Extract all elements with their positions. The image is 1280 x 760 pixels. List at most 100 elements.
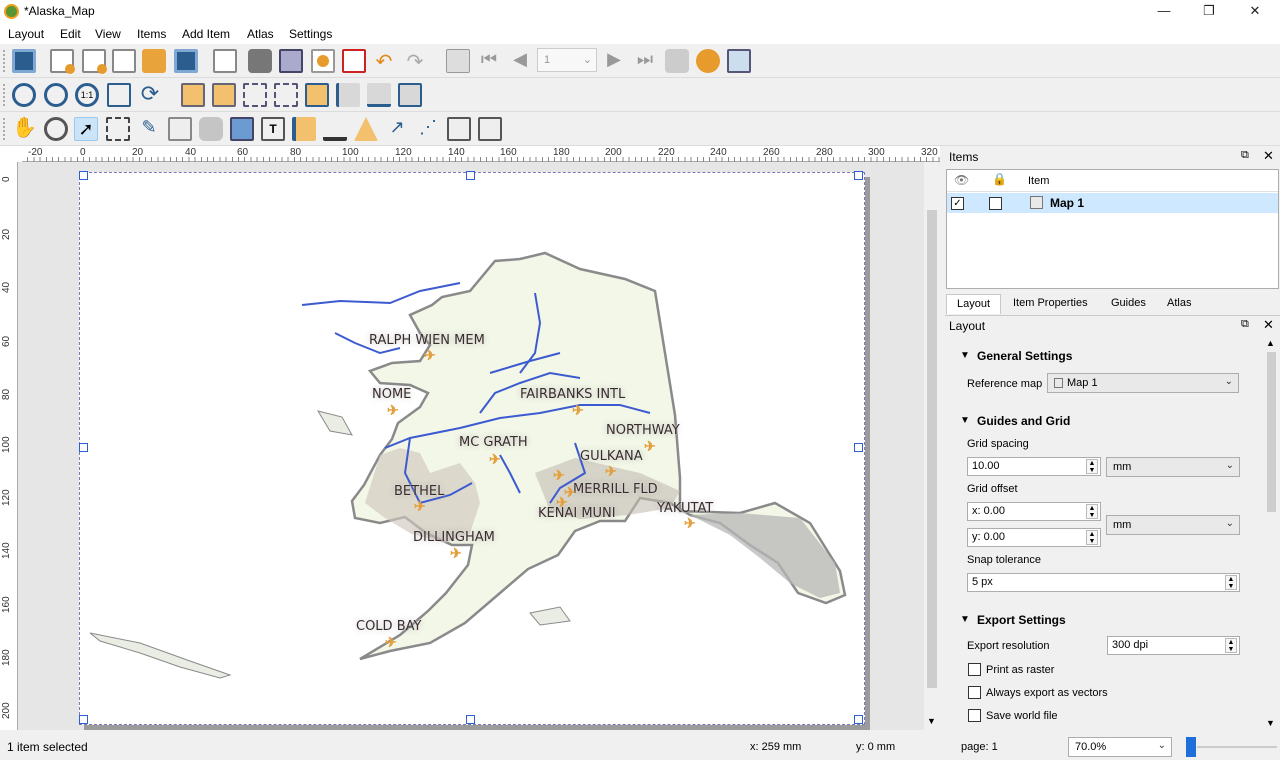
save-world-file-checkbox[interactable]	[968, 709, 981, 722]
panel-vertical-scrollbar[interactable]: ▲ ▼	[1264, 338, 1279, 730]
distribute-icon[interactable]	[367, 83, 391, 107]
resize-handle[interactable]	[854, 171, 863, 180]
close-button[interactable]: ✕	[1245, 2, 1265, 20]
resize-handle[interactable]	[79, 171, 88, 180]
add-shape-icon[interactable]	[354, 117, 378, 141]
close-icon[interactable]: ✕	[1263, 148, 1274, 164]
add-nodes-icon[interactable]: ⋰	[416, 117, 440, 141]
resize-handle[interactable]	[466, 715, 475, 724]
collapse-arrow-icon[interactable]: ▼	[960, 350, 970, 361]
print-as-raster-checkbox[interactable]	[968, 663, 981, 676]
export-resolution-input[interactable]: 300 dpi ▲ ▼	[1107, 636, 1240, 655]
menu-edit[interactable]: Edit	[60, 27, 81, 41]
undo-icon[interactable]: ↶	[372, 49, 396, 73]
next-feature-icon[interactable]: ▶	[602, 49, 626, 73]
duplicate-layout-icon[interactable]	[82, 49, 107, 74]
add-scalebar-icon[interactable]	[323, 117, 347, 141]
print-icon[interactable]	[248, 49, 272, 73]
add-3d-map-icon[interactable]	[199, 117, 223, 141]
snap-tolerance-input[interactable]: 5 px ▲ ▼	[967, 573, 1240, 592]
select-tool-icon[interactable]: ➚	[74, 117, 98, 141]
group-items-icon[interactable]	[243, 83, 267, 107]
add-table-icon[interactable]	[478, 117, 502, 141]
resize-handle[interactable]	[79, 715, 88, 724]
menu-settings[interactable]: Settings	[289, 27, 332, 41]
pan-tool-icon[interactable]: ✋	[12, 117, 37, 141]
resize-handle[interactable]	[466, 171, 475, 180]
items-tree[interactable]: 👁 🔒 Item ✓ Map 1	[946, 169, 1279, 289]
section-export-settings[interactable]: Export Settings	[977, 613, 1066, 627]
float-icon[interactable]: ⧉	[1241, 149, 1249, 162]
grid-spacing-input[interactable]: 10.00 ▲ ▼	[967, 457, 1101, 476]
unlock-items-icon[interactable]	[212, 83, 236, 107]
scrollbar-thumb[interactable]	[1267, 352, 1276, 512]
zoom-slider-handle[interactable]	[1186, 737, 1196, 757]
offset-unit-select[interactable]: mm ⌄	[1106, 515, 1240, 535]
export-svg-icon[interactable]	[311, 49, 335, 73]
zoom-actual-icon[interactable]: 1:1	[75, 83, 99, 107]
layout-manager-icon[interactable]	[112, 49, 136, 73]
atlas-settings-icon[interactable]	[727, 49, 751, 73]
add-legend-icon[interactable]	[292, 117, 316, 141]
canvas-vertical-scrollbar[interactable]: ▼	[924, 162, 940, 730]
last-feature-icon[interactable]: ⏭	[633, 49, 657, 73]
move-content-icon[interactable]	[106, 117, 130, 141]
atlas-page-spinbox[interactable]: 1 ⌄	[537, 48, 597, 72]
refresh-icon[interactable]: ⟳	[138, 83, 162, 107]
lock-checkbox[interactable]	[989, 197, 1002, 210]
save-template-icon[interactable]	[174, 49, 198, 73]
tab-layout[interactable]: Layout	[946, 294, 1002, 314]
tab-item-properties[interactable]: Item Properties	[1003, 294, 1098, 314]
reference-map-select[interactable]: Map 1 ⌄	[1047, 373, 1239, 393]
offset-y-input[interactable]: y: 0.00 ▲ ▼	[967, 528, 1101, 547]
spin-buttons[interactable]: ▲ ▼	[1225, 638, 1237, 653]
open-folder-icon[interactable]	[142, 49, 166, 73]
new-page-icon[interactable]	[213, 49, 237, 73]
raise-items-icon[interactable]	[305, 83, 329, 107]
first-feature-icon[interactable]: ⏮	[477, 49, 501, 73]
add-picture-icon[interactable]	[230, 117, 254, 141]
minimize-button[interactable]: —	[1154, 2, 1174, 20]
resize-icon[interactable]	[398, 83, 422, 107]
export-vectors-checkbox[interactable]	[968, 686, 981, 699]
zoom-tool-icon[interactable]	[44, 117, 68, 141]
spin-buttons[interactable]: ▲ ▼	[1086, 504, 1098, 519]
spin-buttons[interactable]: ▲ ▼	[1086, 530, 1098, 545]
section-guides-and-grid[interactable]: Guides and Grid	[977, 414, 1070, 428]
item-row[interactable]: ✓ Map 1	[947, 193, 1278, 213]
add-html-icon[interactable]	[447, 117, 471, 141]
zoom-full-icon[interactable]	[107, 83, 131, 107]
scroll-down-icon[interactable]: ▼	[927, 716, 936, 726]
scroll-up-icon[interactable]: ▲	[1266, 338, 1275, 348]
collapse-arrow-icon[interactable]: ▼	[960, 415, 970, 426]
export-image-icon[interactable]	[279, 49, 303, 73]
tab-atlas[interactable]: Atlas	[1157, 294, 1201, 314]
previous-feature-icon[interactable]: ◀	[508, 49, 532, 73]
offset-x-input[interactable]: x: 0.00 ▲ ▼	[967, 502, 1101, 521]
collapse-arrow-icon[interactable]: ▼	[960, 614, 970, 625]
section-general-settings[interactable]: General Settings	[977, 349, 1072, 363]
zoom-slider-track[interactable]	[1197, 746, 1277, 748]
redo-icon[interactable]: ↷	[403, 49, 427, 73]
zoom-out-icon[interactable]	[44, 83, 68, 107]
float-icon[interactable]: ⧉	[1241, 318, 1249, 331]
export-pdf-icon[interactable]	[342, 49, 366, 73]
resize-handle[interactable]	[854, 715, 863, 724]
add-map-icon[interactable]	[168, 117, 192, 141]
lock-items-icon[interactable]	[181, 83, 205, 107]
zoom-select[interactable]: 70.0% ⌄	[1068, 737, 1172, 757]
spin-buttons[interactable]: ▲ ▼	[1225, 575, 1237, 590]
grid-spacing-unit-select[interactable]: mm ⌄	[1106, 457, 1240, 477]
menu-view[interactable]: View	[95, 27, 121, 41]
save-icon[interactable]	[12, 49, 36, 73]
add-label-icon[interactable]: T	[261, 117, 285, 141]
scrollbar-thumb[interactable]	[927, 210, 937, 688]
menu-layout[interactable]: Layout	[8, 27, 44, 41]
zoom-in-icon[interactable]	[12, 83, 36, 107]
menu-add-item[interactable]: Add Item	[182, 27, 230, 41]
resize-handle[interactable]	[854, 443, 863, 452]
add-arrow-icon[interactable]: ↗	[385, 117, 409, 141]
menu-items[interactable]: Items	[137, 27, 166, 41]
menu-atlas[interactable]: Atlas	[247, 27, 274, 41]
resize-handle[interactable]	[79, 443, 88, 452]
